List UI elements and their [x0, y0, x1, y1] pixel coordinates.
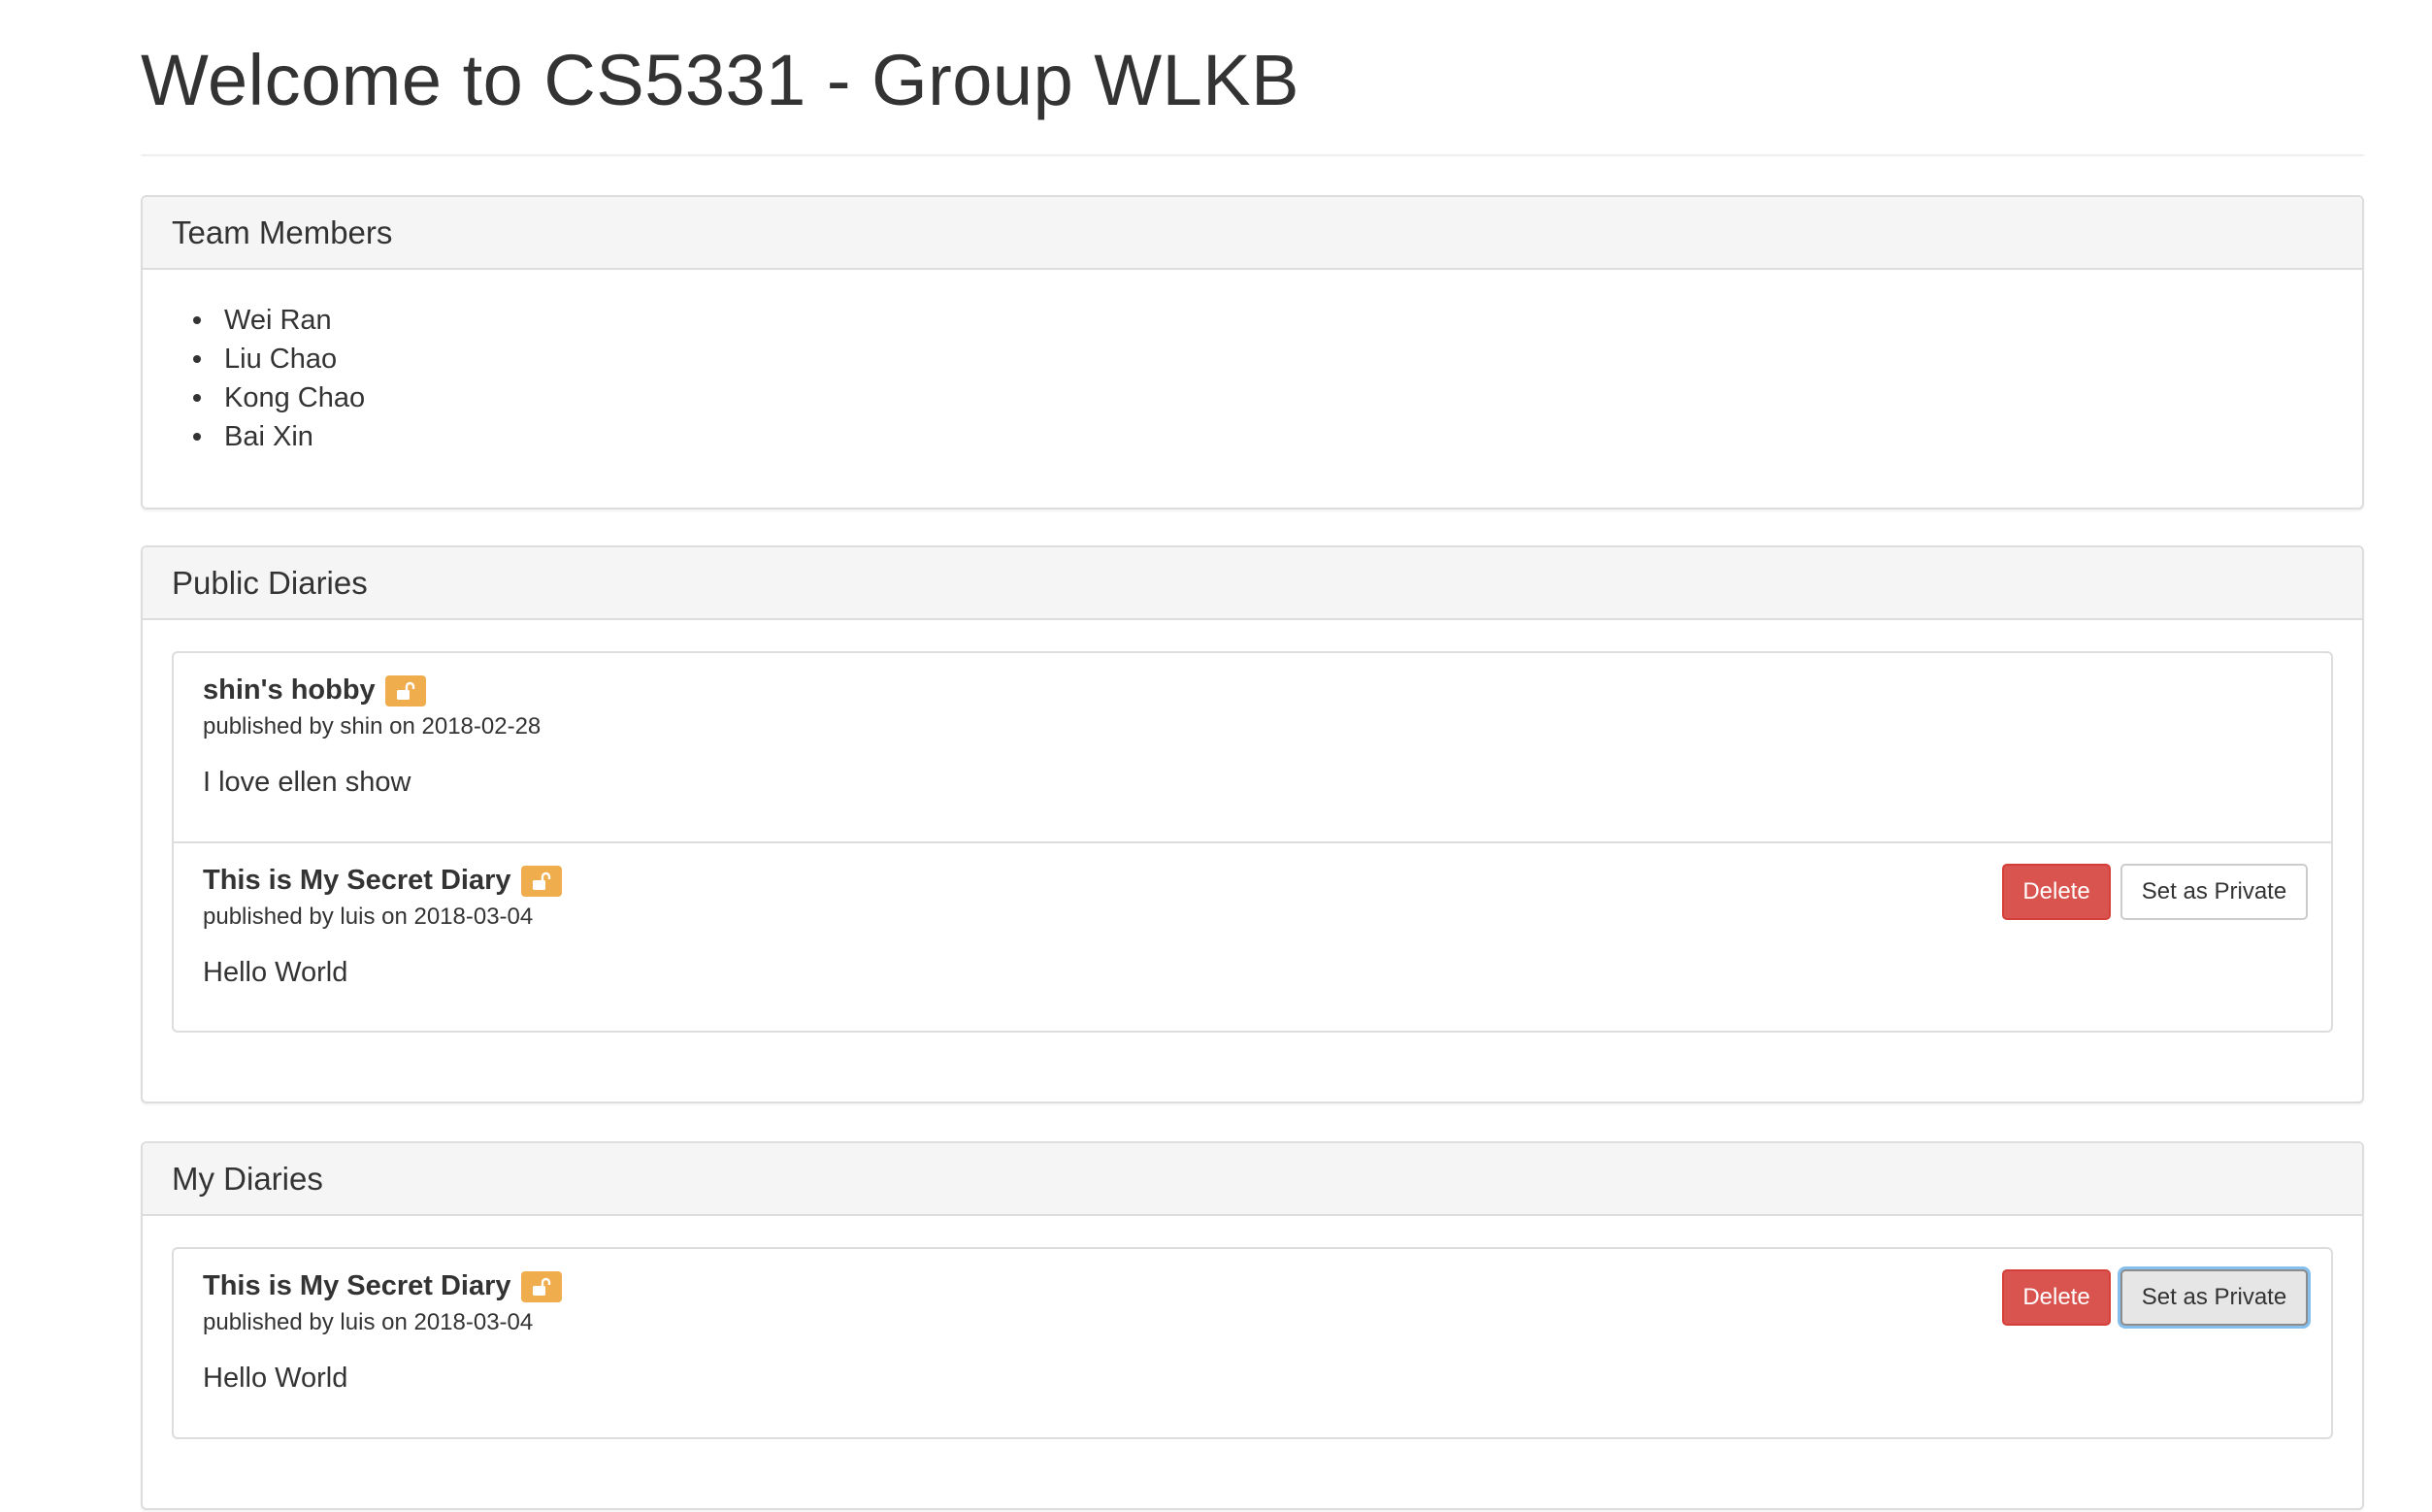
list-item: Wei Ran: [181, 301, 365, 340]
entry-meta: published by shin on 2018-02-28: [203, 713, 542, 740]
entry-meta: published by luis on 2018-03-04: [203, 904, 534, 930]
member-name: Wei Ran: [224, 305, 332, 336]
member-name: Liu Chao: [224, 344, 338, 375]
unlock-icon: [384, 674, 426, 707]
team-members-heading: Team Members: [172, 214, 393, 250]
public-diaries-panel: Public Diaries shin's hobby published by…: [141, 545, 2364, 1103]
diary-entry: shin's hobby published by shin on 2018-0…: [174, 653, 2331, 841]
diary-entry: This is My Secret Diary published by lui…: [174, 1249, 2331, 1437]
public-diaries-heading: Public Diaries: [172, 564, 368, 601]
entry-title: shin's hobby: [203, 674, 376, 706]
bullet-icon: [193, 433, 201, 441]
unlock-icon: [520, 865, 562, 897]
list-item: Bai Xin: [181, 417, 365, 456]
member-name: Bai Xin: [224, 421, 313, 452]
list-item: Kong Chao: [181, 378, 365, 417]
page-title: Welcome to CS5331 - Group WLKB: [141, 40, 1300, 120]
public-diaries-list: shin's hobby published by shin on 2018-0…: [172, 651, 2333, 1033]
entry-title: This is My Secret Diary: [203, 1270, 511, 1301]
my-diaries-panel: My Diaries This is My Secret Diary publi…: [141, 1141, 2364, 1510]
member-name: Kong Chao: [224, 382, 366, 413]
entry-body: I love ellen show: [203, 767, 411, 798]
bullet-icon: [193, 355, 201, 363]
team-members-panel-heading: Team Members: [143, 197, 2362, 270]
team-members-panel: Team Members Wei Ran Liu Chao Kong Chao …: [141, 195, 2364, 509]
entry-meta: published by luis on 2018-03-04: [203, 1309, 534, 1335]
public-diaries-panel-heading: Public Diaries: [143, 547, 2362, 620]
delete-button[interactable]: Delete: [2002, 1269, 2111, 1326]
set-as-private-button[interactable]: Set as Private: [2120, 1269, 2308, 1326]
team-members-list: Wei Ran Liu Chao Kong Chao Bai Xin: [181, 301, 365, 456]
entry-title-row: This is My Secret Diary: [203, 865, 562, 897]
my-diaries-panel-heading: My Diaries: [143, 1143, 2362, 1216]
my-diaries-heading: My Diaries: [172, 1160, 323, 1197]
list-item: Liu Chao: [181, 340, 365, 378]
main-container: Welcome to CS5331 - Group WLKB Team Memb…: [141, 0, 2364, 1510]
unlock-icon: [520, 1270, 562, 1302]
delete-button[interactable]: Delete: [2002, 864, 2111, 920]
bullet-icon: [193, 316, 201, 324]
set-as-private-button[interactable]: Set as Private: [2120, 864, 2308, 920]
bullet-icon: [193, 394, 201, 402]
diary-entry: This is My Secret Diary published by lui…: [174, 841, 2331, 1031]
entry-title-row: This is My Secret Diary: [203, 1270, 562, 1302]
entry-title: This is My Secret Diary: [203, 865, 511, 896]
my-diaries-list: This is My Secret Diary published by lui…: [172, 1247, 2333, 1439]
entry-title-row: shin's hobby: [203, 674, 426, 707]
entry-body: Hello World: [203, 1363, 348, 1394]
title-divider: [141, 154, 2364, 156]
entry-body: Hello World: [203, 957, 348, 988]
